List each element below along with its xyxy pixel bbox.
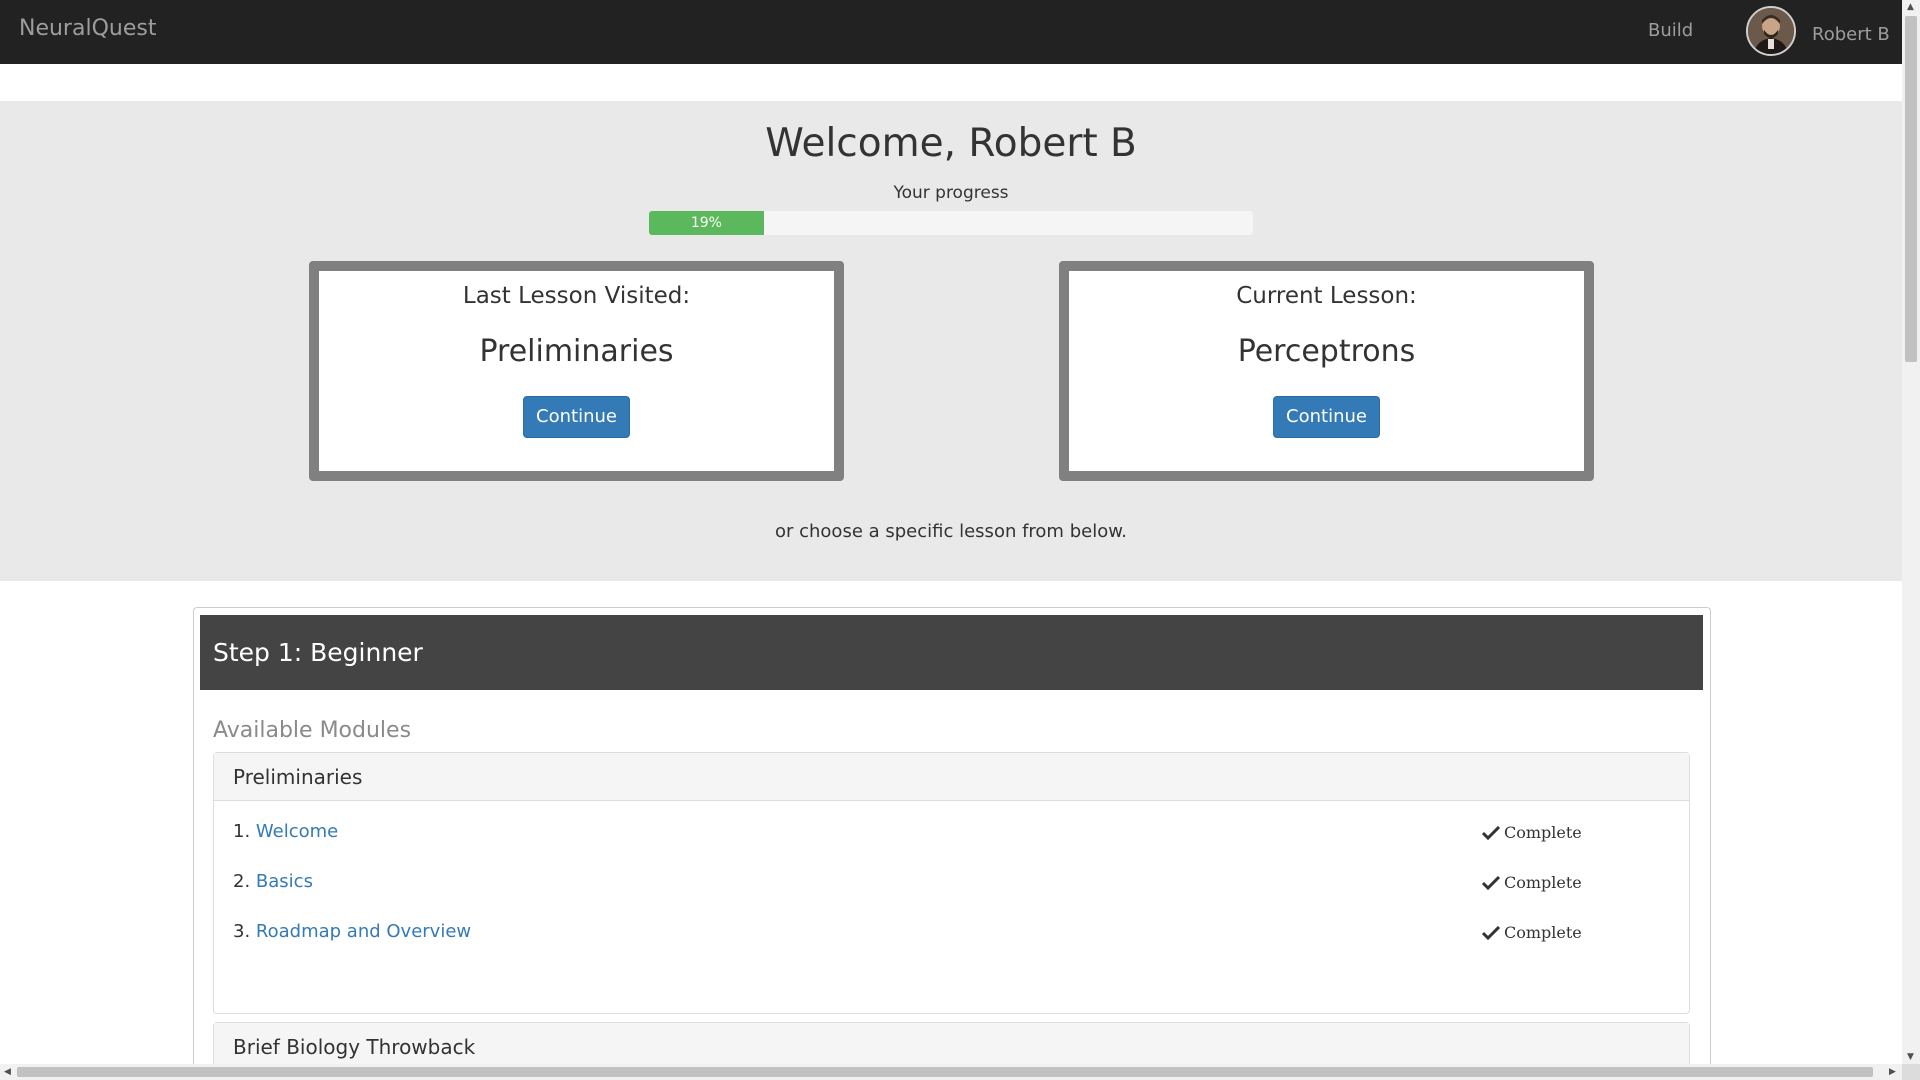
progress-bar-fill: 19%	[649, 211, 764, 235]
checkmark-icon	[1482, 875, 1500, 890]
last-lesson-caption: Last Lesson Visited:	[462, 283, 691, 309]
module-preliminaries: Preliminaries 1. Welcome Complete 2. Bas…	[213, 752, 1690, 1014]
lesson-status: Complete	[1482, 873, 1582, 892]
scrollbar-corner	[1902, 1064, 1920, 1080]
brand-logo-link[interactable]: NeuralQuest	[19, 16, 156, 41]
current-lesson-card: Current Lesson: Perceptrons Continue	[1059, 261, 1594, 481]
lesson-status: Complete	[1482, 823, 1582, 842]
lesson-status: Complete	[1482, 923, 1582, 942]
vertical-scroll-thumb[interactable]	[1905, 16, 1917, 362]
last-lesson-card: Last Lesson Visited: Preliminaries Conti…	[309, 261, 844, 481]
lesson-row: 1. Welcome Complete	[233, 821, 1673, 851]
current-lesson-continue-button[interactable]: Continue	[1273, 396, 1380, 438]
lesson-row: 3. Roadmap and Overview Complete	[233, 921, 1673, 951]
lesson-row: 2. Basics Complete	[233, 871, 1673, 901]
module-header[interactable]: Preliminaries	[214, 753, 1689, 801]
scroll-right-arrow-icon[interactable]: ▶	[1889, 1067, 1896, 1077]
last-lesson-continue-button[interactable]: Continue	[523, 396, 630, 438]
lesson-status-text: Complete	[1504, 823, 1582, 842]
lesson-link-roadmap[interactable]: Roadmap and Overview	[256, 921, 471, 942]
lesson-link-basics[interactable]: Basics	[256, 871, 313, 892]
current-lesson-caption: Current Lesson:	[1236, 283, 1417, 309]
progress-bar: 19%	[649, 211, 1253, 235]
top-navbar: NeuralQuest Build Robert B	[0, 0, 1902, 64]
choose-lesson-text: or choose a specific lesson from below.	[774, 521, 1127, 542]
scroll-left-arrow-icon[interactable]: ◀	[4, 1067, 11, 1077]
scroll-up-arrow-icon[interactable]: ▲	[1907, 2, 1914, 12]
step-header: Step 1: Beginner	[200, 615, 1703, 690]
hero-section	[0, 101, 1902, 581]
lesson-status-text: Complete	[1504, 873, 1582, 892]
last-lesson-title: Preliminaries	[479, 334, 674, 369]
progress-label: Your progress	[893, 183, 1009, 203]
checkmark-icon	[1482, 825, 1500, 840]
lesson-number: 3.	[233, 921, 251, 942]
nav-user-name[interactable]: Robert B	[1812, 24, 1890, 45]
user-avatar[interactable]	[1746, 6, 1796, 56]
current-lesson-title: Perceptrons	[1237, 334, 1416, 369]
lesson-status-text: Complete	[1504, 923, 1582, 942]
welcome-heading: Welcome, Robert B	[765, 121, 1137, 166]
avatar-portrait-icon	[1748, 8, 1794, 54]
scroll-down-arrow-icon[interactable]: ▼	[1907, 1052, 1914, 1062]
lesson-link-welcome[interactable]: Welcome	[256, 821, 338, 842]
checkmark-icon	[1482, 925, 1500, 940]
vertical-scrollbar[interactable]: ▲ ▼	[1902, 0, 1920, 1064]
nav-build-link[interactable]: Build	[1648, 20, 1693, 41]
horizontal-scrollbar[interactable]: ◀ ▶	[0, 1064, 1902, 1080]
lesson-number: 1.	[233, 821, 251, 842]
horizontal-scroll-thumb[interactable]	[17, 1067, 1873, 1077]
lesson-number: 2.	[233, 871, 251, 892]
available-modules-label: Available Modules	[213, 718, 412, 743]
